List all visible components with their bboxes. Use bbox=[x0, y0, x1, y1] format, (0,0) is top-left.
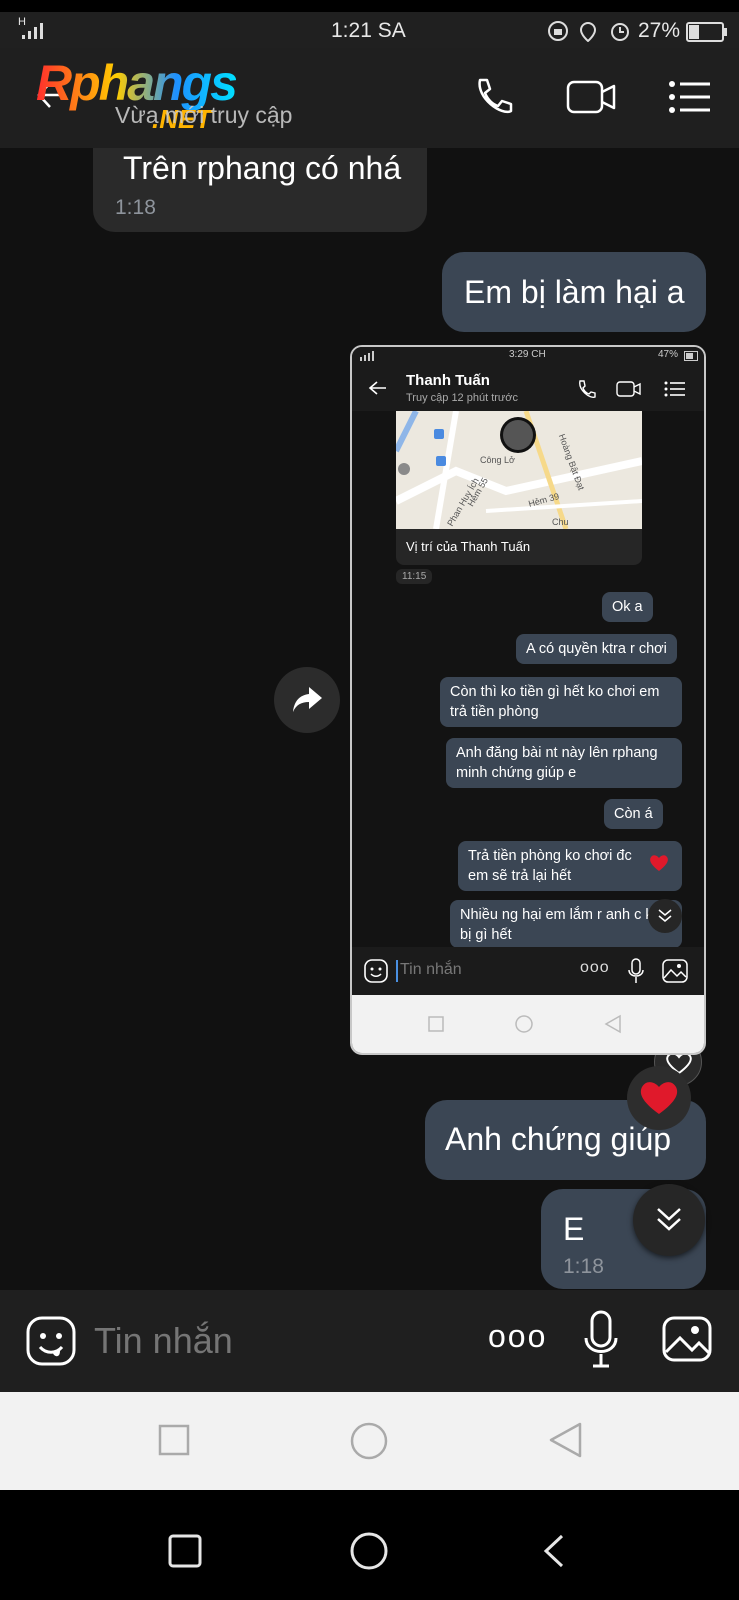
battery-icon bbox=[686, 22, 727, 42]
home-button[interactable] bbox=[350, 1422, 388, 1460]
mini-message: Còn á bbox=[604, 799, 663, 829]
mini-signal-icon bbox=[360, 351, 374, 361]
double-chevron-down-icon bbox=[657, 1208, 681, 1231]
mini-message: Còn thì ko tiền gì hết ko chơi em trả ti… bbox=[440, 677, 682, 727]
mini-back-arrow-icon bbox=[368, 381, 386, 395]
image-gallery-icon[interactable] bbox=[662, 1316, 712, 1362]
mini-message: Anh đăng bài nt này lên rphang minh chứn… bbox=[446, 738, 682, 788]
message-input[interactable] bbox=[94, 1316, 454, 1366]
mini-phone-icon bbox=[579, 380, 596, 398]
mini-more-dots: ooo bbox=[580, 959, 610, 976]
shared-screenshot-image[interactable]: 3:29 CH 47% Thanh Tuấn Truy cập 12 phút … bbox=[350, 345, 706, 1055]
status-icons bbox=[548, 21, 629, 42]
chat-header: Rphangs .NET Vừa mới truy cập bbox=[0, 48, 739, 148]
mini-nav-icons bbox=[428, 1014, 621, 1034]
video-camera-icon[interactable] bbox=[566, 78, 618, 118]
back-button[interactable] bbox=[548, 1422, 582, 1458]
mini-header: Thanh Tuấn Truy cập 12 phút trước bbox=[352, 365, 704, 411]
signal-icon bbox=[22, 23, 43, 39]
forward-arrow-icon bbox=[293, 687, 322, 712]
mini-message: Ok a bbox=[602, 592, 653, 622]
mini-contact-status: Truy cập 12 phút trước bbox=[406, 392, 518, 404]
microphone-icon[interactable] bbox=[584, 1310, 618, 1370]
mini-menu-icon bbox=[664, 381, 685, 397]
mini-battery-percent: 47% bbox=[658, 349, 679, 360]
forward-button[interactable] bbox=[274, 667, 340, 733]
mini-sticker-icon bbox=[364, 959, 388, 983]
system-home-button[interactable] bbox=[350, 1532, 388, 1570]
scroll-to-bottom-button[interactable] bbox=[633, 1184, 705, 1256]
mini-status-bar: 3:29 CH 47% bbox=[352, 347, 704, 365]
app-navigation-bar bbox=[0, 1392, 739, 1490]
message-input-bar: ooo bbox=[0, 1290, 739, 1392]
message-time: 1:18 bbox=[563, 1255, 604, 1278]
message-text: E bbox=[563, 1211, 585, 1247]
phone-icon[interactable] bbox=[472, 76, 514, 118]
mini-status-time: 3:29 CH bbox=[509, 349, 546, 360]
sticker-icon[interactable] bbox=[26, 1316, 76, 1366]
mini-battery-icon bbox=[684, 351, 698, 361]
message-text: Anh chứng giúp bbox=[445, 1121, 672, 1157]
mini-image-icon bbox=[662, 959, 688, 983]
mini-map-roads bbox=[396, 411, 642, 529]
message-time: 1:18 bbox=[115, 196, 156, 219]
status-bar: H 1:21 SA 27% bbox=[0, 12, 739, 48]
mini-input-bar: Tin nhắn ooo bbox=[352, 947, 704, 995]
message-bubble-incoming[interactable]: Trên rphang có nhá 1:18 bbox=[93, 148, 427, 232]
mini-message: Nhiều ng hại em lắm r anh c ko bị gì hết bbox=[450, 900, 682, 948]
message-text: Em bị làm hại a bbox=[464, 274, 685, 310]
mini-mic-icon bbox=[628, 958, 644, 983]
mini-map-label: Công Lở bbox=[480, 455, 515, 465]
mini-text-cursor bbox=[396, 960, 398, 982]
menu-list-icon[interactable] bbox=[668, 80, 712, 114]
mini-map: Phan Huy Ích Công Lở Hoàng Bật Đạt Hẻm 5… bbox=[396, 411, 642, 529]
system-navigation-bar bbox=[0, 1490, 739, 1600]
top-strip bbox=[0, 0, 739, 12]
heart-filled-icon bbox=[640, 1082, 678, 1114]
mini-map-label: Chu bbox=[552, 517, 569, 527]
mini-video-icon bbox=[616, 381, 641, 397]
status-time: 1:21 SA bbox=[331, 19, 406, 42]
system-recent-apps-button[interactable] bbox=[168, 1534, 202, 1568]
mini-scroll-down-button bbox=[648, 899, 682, 933]
message-text: Trên rphang có nhá bbox=[123, 150, 402, 186]
mini-location-caption: Vị trí của Thanh Tuấn bbox=[406, 539, 531, 554]
mini-heart-icon bbox=[650, 855, 668, 871]
contact-status: Vừa mới truy cập bbox=[115, 102, 293, 128]
mini-input-placeholder: Tin nhắn bbox=[400, 961, 462, 978]
mini-nav-bar bbox=[352, 995, 704, 1053]
heart-reaction-badge[interactable] bbox=[627, 1066, 691, 1130]
recent-apps-button[interactable] bbox=[158, 1424, 190, 1456]
more-options-button[interactable]: ooo bbox=[488, 1318, 547, 1355]
mini-contact-name: Thanh Tuấn bbox=[406, 372, 490, 389]
mini-location-time: 11:15 bbox=[396, 569, 433, 584]
system-back-button[interactable] bbox=[542, 1534, 566, 1568]
battery-percent: 27% bbox=[638, 19, 681, 42]
mini-location-card: Phan Huy Ích Công Lở Hoàng Bật Đạt Hẻm 5… bbox=[396, 411, 642, 565]
message-bubble-outgoing[interactable]: Em bị làm hại a bbox=[442, 252, 706, 332]
mini-message: A có quyền ktra r chơi bbox=[516, 634, 677, 664]
mini-double-chevron-icon bbox=[658, 909, 672, 922]
